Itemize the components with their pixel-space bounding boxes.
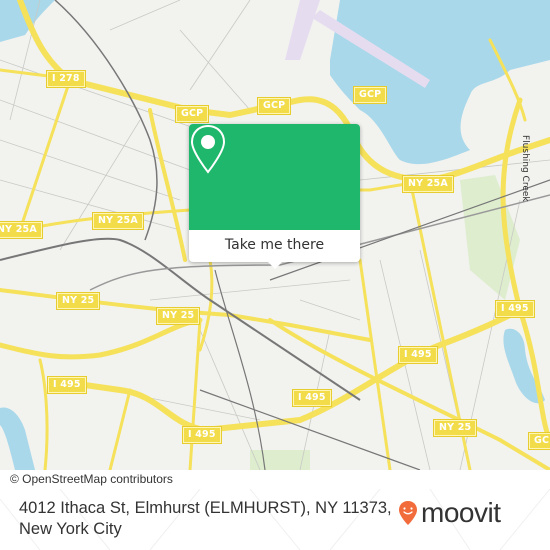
address: 4012 Ithaca St, Elmhurst (ELMHURST), NY …: [19, 498, 399, 540]
water-southwest: [0, 407, 35, 470]
take-me-there-button[interactable]: Take me there: [189, 230, 360, 262]
water-label: Flushing Creek: [520, 135, 530, 202]
route-shield-gcp: GCP: [352, 86, 388, 104]
route-shield-i495: I 495: [182, 426, 222, 444]
route-shield-i495: I 495: [495, 300, 535, 318]
moovit-logo-text: moovit: [421, 497, 501, 528]
route-shield-ny25a: NY 25A: [0, 221, 43, 239]
location-popup: Take me there: [189, 124, 360, 269]
route-shield-ny25a: NY 25A: [92, 212, 144, 230]
route-shield-gcp: GCP: [527, 432, 550, 450]
popup-pointer: [267, 261, 283, 269]
route-shield-gcp: GCP: [174, 105, 210, 123]
moovit-pin-icon: [399, 501, 417, 525]
route-shield-gcp: GCP: [256, 97, 292, 115]
route-shield-i495: I 495: [398, 346, 438, 364]
map[interactable]: I 278 GCP GCP GCP NY 25A NY 25A NY 25A N…: [0, 0, 550, 470]
address-line-1: 4012 Ithaca St, Elmhurst (ELMHURST), NY …: [19, 499, 392, 517]
route-shield-ny25a: NY 25A: [402, 175, 454, 193]
route-shield-i495: I 495: [47, 376, 87, 394]
address-line-2: New York City: [19, 520, 122, 538]
route-shield-i495: I 495: [292, 389, 332, 407]
route-shield-ny25: NY 25: [432, 419, 478, 437]
route-shield-ny25: NY 25: [55, 292, 101, 310]
popup-header: [189, 124, 360, 230]
route-shield-ny25: NY 25: [155, 307, 201, 325]
map-attribution[interactable]: © OpenStreetMap contributors: [0, 470, 205, 489]
moovit-logo[interactable]: moovit: [398, 497, 501, 528]
route-shield-i278: I 278: [46, 70, 86, 88]
map-pin-icon: [190, 124, 226, 174]
airport-runway-1: [285, 0, 320, 60]
